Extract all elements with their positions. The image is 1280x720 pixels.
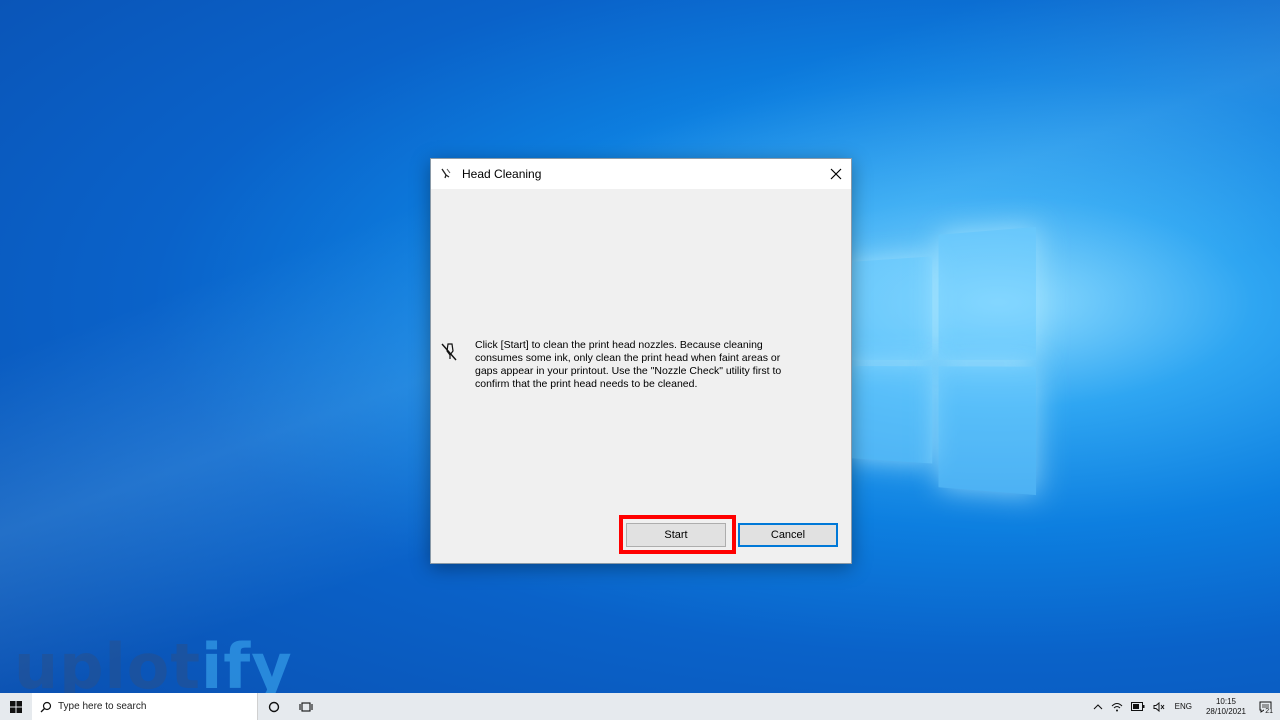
system-tray: ENG 10:15 28/10/2021 21 [1089, 693, 1280, 720]
start-button-highlight [619, 515, 736, 554]
dialog-titlebar: Head Cleaning [431, 159, 851, 189]
notification-count: 21 [1264, 708, 1274, 716]
volume-button[interactable] [1153, 693, 1165, 720]
clock-date: 28/10/2021 [1205, 706, 1246, 716]
network-button[interactable] [1111, 693, 1123, 720]
task-view-icon [299, 701, 313, 712]
dialog-message: Click [Start] to clean the print head no… [475, 339, 782, 390]
cortana-button[interactable] [258, 693, 290, 720]
taskbar-search-box[interactable]: Type here to search [32, 693, 258, 720]
search-placeholder: Type here to search [58, 701, 147, 712]
show-hidden-icons-button[interactable] [1093, 693, 1103, 720]
dialog-title: Head Cleaning [462, 167, 542, 181]
wifi-icon [1111, 702, 1122, 711]
close-icon [830, 168, 842, 180]
windows-icon [10, 700, 22, 713]
action-center-button[interactable]: 21 [1254, 693, 1276, 720]
clock-time: 10:15 [1215, 696, 1236, 706]
head-cleaning-dialog: Head Cleaning Click [Start] to clean the… [430, 158, 852, 564]
print-head-icon [441, 168, 451, 179]
cancel-button[interactable]: Cancel [738, 523, 838, 547]
task-view-button[interactable] [290, 693, 322, 720]
battery-button[interactable] [1130, 693, 1145, 720]
battery-icon [1130, 702, 1145, 711]
print-head-icon [441, 343, 457, 361]
language-indicator[interactable]: ENG [1175, 702, 1192, 711]
volume-muted-icon [1153, 701, 1165, 712]
clock[interactable]: 10:15 28/10/2021 [1206, 697, 1246, 717]
start-menu-button[interactable] [0, 693, 32, 720]
cortana-icon [268, 701, 280, 712]
search-icon [40, 701, 52, 712]
close-button[interactable] [821, 159, 851, 189]
taskbar: Type here to search ENG 10:15 28/10/2021… [0, 693, 1280, 720]
chevron-up-icon [1093, 703, 1102, 709]
windows-desktop-logo [848, 226, 1037, 496]
